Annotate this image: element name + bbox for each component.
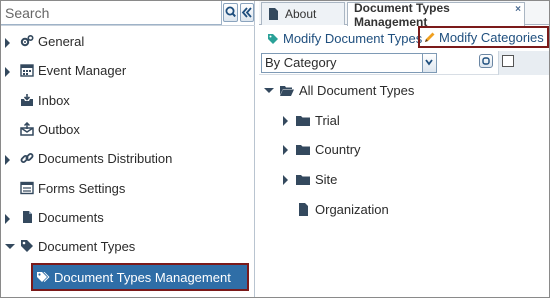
folder-open-icon [280, 86, 294, 96]
main-panel: About Document Types Management × Modify… [259, 1, 549, 297]
sidebar-item-label: Forms Settings [38, 181, 126, 196]
tree-node-country[interactable]: Country [283, 139, 403, 161]
sidebar-item-documents[interactable]: Documents [1, 205, 255, 231]
pencil-icon [425, 32, 435, 42]
sidebar-item-document-types-management[interactable]: Document Types Management [31, 263, 249, 291]
modify-document-types-button[interactable]: Modify Document Types [267, 28, 422, 49]
modify-categories-button[interactable]: Modify Categories [418, 26, 549, 48]
sidebar-item-outbox[interactable]: Outbox [1, 117, 255, 143]
sidebar-item-event-manager[interactable]: Event Manager [1, 58, 255, 84]
sidebar-item-documents-distribution[interactable]: Documents Distribution [1, 146, 255, 172]
search-button[interactable] [223, 3, 238, 22]
folder-icon [296, 116, 310, 126]
tab-label: About [285, 7, 317, 21]
calendar-icon [20, 64, 34, 77]
inbox-icon [21, 94, 33, 106]
search-icon [225, 6, 236, 18]
sidebar-item-inbox[interactable]: Inbox [1, 88, 255, 114]
tree-node-label: Site [315, 172, 338, 187]
tree-node-trial[interactable]: Trial [283, 110, 403, 132]
gears-icon [20, 34, 34, 47]
category-select[interactable]: By Category [261, 53, 437, 73]
tab-about[interactable]: About [261, 2, 345, 25]
sidebar-item-label: Document Types [38, 239, 136, 254]
filter-options-button[interactable] [479, 54, 493, 68]
sidebar-item-label: Documents [38, 210, 104, 225]
sidebar-item-general[interactable]: General [1, 29, 255, 55]
expand-caret-icon[interactable] [5, 38, 10, 48]
tree-node-label: Trial [315, 113, 340, 128]
sidebar-item-label: Event Manager [38, 63, 127, 78]
select-value: By Category [265, 55, 337, 70]
expand-caret-icon[interactable] [283, 116, 288, 126]
search-row [1, 1, 255, 26]
expand-caret-icon[interactable] [5, 67, 10, 77]
sidebar-item-label: General [38, 34, 85, 49]
tree-node-root[interactable]: All Document Types [264, 80, 464, 102]
tab-bar: About Document Types Management × [259, 0, 549, 29]
collapse-sidebar-button[interactable] [240, 3, 254, 22]
tab-label: Document Types Management [354, 0, 450, 29]
sidebar-item-label: Document Types Management [54, 270, 231, 285]
expand-caret-icon[interactable] [5, 155, 10, 165]
sidebar-item-label: Outbox [38, 122, 80, 137]
sidebar-item-label: Documents Distribution [38, 151, 173, 166]
form-icon [20, 181, 34, 195]
folder-icon [296, 175, 310, 185]
toolbar: Modify Document Types Modify Categories [259, 26, 549, 50]
collapse-caret-icon[interactable] [264, 88, 274, 93]
collapse-caret-icon[interactable] [5, 244, 15, 249]
tree-node-organization[interactable]: Organization [283, 199, 423, 221]
sidebar-item-forms-settings[interactable]: Forms Settings [1, 176, 255, 202]
tree-node-label: Organization [315, 202, 389, 217]
double-chevron-left-icon [241, 7, 252, 18]
filter-row: By Category [259, 51, 549, 75]
link-icon [20, 153, 34, 163]
document-icon [299, 203, 308, 216]
tag-icon [268, 33, 278, 44]
outbox-icon [20, 122, 34, 136]
tab-document-types-management[interactable]: Document Types Management × [347, 0, 525, 29]
document-icon [269, 8, 278, 20]
tree-node-label: Country [315, 142, 361, 157]
tree-node-site[interactable]: Site [283, 169, 403, 191]
sidebar: General Event Manager Inbox Outbox [1, 1, 255, 297]
expand-caret-icon[interactable] [5, 214, 10, 224]
expand-caret-icon[interactable] [283, 145, 288, 155]
folder-icon [296, 145, 310, 155]
tag-icon [21, 240, 33, 252]
search-input[interactable] [1, 1, 222, 25]
expand-caret-icon[interactable] [283, 175, 288, 185]
chevron-down-icon [425, 59, 433, 66]
sidebar-item-label: Inbox [38, 93, 70, 108]
select-arrow[interactable] [422, 54, 436, 72]
close-icon[interactable]: × [515, 4, 521, 15]
document-icon [23, 211, 32, 223]
tags-icon [37, 272, 50, 282]
sidebar-item-document-types[interactable]: Document Types [1, 234, 255, 260]
circle-icon [482, 57, 490, 65]
tree-node-label: All Document Types [299, 83, 415, 98]
select-all-checkbox[interactable] [502, 55, 514, 67]
